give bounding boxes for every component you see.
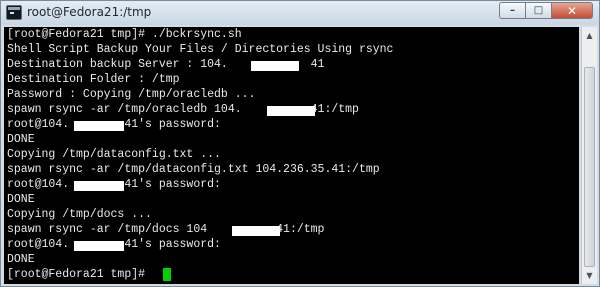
close-button[interactable]: ✕ [551,2,593,19]
vertical-scrollbar[interactable]: ▲ ▼ [581,27,597,284]
window-controls: – □ ✕ [499,2,593,19]
terminal-line: spawn rsync -ar /tmp/dataconfig.txt 104.… [7,163,380,176]
terminal-line: DONE [7,133,35,146]
maximize-button[interactable]: □ [525,2,551,19]
scrollbar-thumb[interactable] [584,67,595,267]
terminal-line: Shell Script Backup Your Files / Directo… [7,43,394,56]
redaction-bar [74,121,124,131]
terminal-app-icon[interactable] [6,5,22,20]
terminal-line: Password : Copying /tmp/oracledb ... [7,88,256,101]
down-arrow-icon[interactable]: ▼ [583,268,596,283]
terminal-line: DONE [7,253,35,266]
terminal-output[interactable]: [root@Fedora21 tmp]# ./bckrsync.sh Shell… [4,27,579,284]
redaction-bar [232,226,280,236]
terminal-line: Copying /tmp/dataconfig.txt ... [7,148,221,161]
terminal-window: root@Fedora21:/tmp – □ ✕ [root@Fedora21 … [0,0,600,287]
terminal-line: Copying /tmp/docs ... [7,208,152,221]
redaction-bar [74,241,124,251]
terminal-cursor [163,268,171,281]
window-title: root@Fedora21:/tmp [27,5,152,19]
title-bar[interactable]: root@Fedora21:/tmp – □ ✕ [1,1,599,25]
terminal-line: Destination Folder : /tmp [7,73,180,86]
redaction-bar [74,181,124,191]
terminal-line: [root@Fedora21 tmp]# ./bckrsync.sh [7,28,242,41]
terminal-prompt-line: [root@Fedora21 tmp]# [7,268,152,281]
up-arrow-icon[interactable]: ▲ [583,28,596,43]
minimize-button[interactable]: – [499,2,525,19]
redaction-bar [267,106,315,116]
redaction-bar [251,61,299,71]
terminal-line: DONE [7,193,35,206]
